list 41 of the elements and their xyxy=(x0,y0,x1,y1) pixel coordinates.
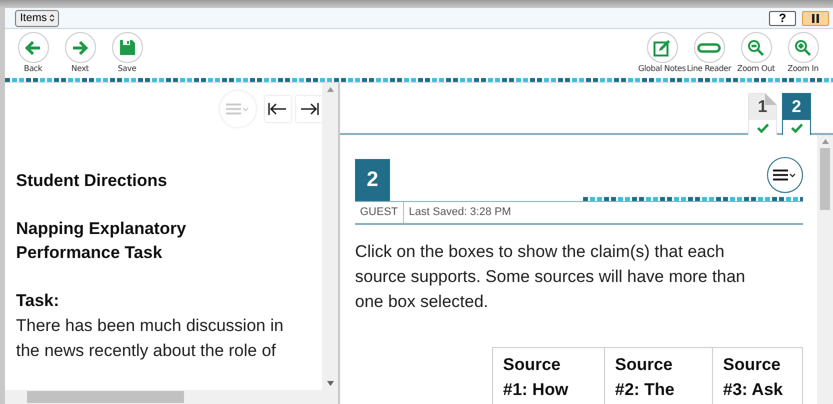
check-icon xyxy=(756,122,768,132)
updown-caret-icon xyxy=(48,13,55,23)
collapse-left-button[interactable] xyxy=(265,96,291,122)
line-reader-icon xyxy=(697,42,721,52)
arrow-right-bar-icon xyxy=(299,102,319,116)
expand-right-button[interactable] xyxy=(296,96,322,122)
forward-arrow-icon xyxy=(71,40,89,56)
menu-icon xyxy=(773,169,797,181)
column-header: Source #3: Ask xyxy=(722,354,784,401)
horizontal-scrollbar[interactable] xyxy=(5,390,338,404)
vertical-scrollbar[interactable] xyxy=(817,135,833,404)
scroll-up-icon xyxy=(326,87,334,92)
section-select[interactable]: Items xyxy=(15,10,59,26)
task-heading: Task: xyxy=(16,290,60,312)
zoom-out-icon xyxy=(747,38,765,56)
menu-icon xyxy=(226,103,250,115)
task-text: There has been much discussion in the news recently about the role of xyxy=(16,315,284,362)
passage-subtitle: Napping Explanatory Performance Task xyxy=(16,218,188,264)
check-icon xyxy=(790,122,802,132)
scroll-down-icon xyxy=(326,381,334,386)
last-saved-text: Last Saved: 3:28 PM xyxy=(408,205,512,220)
zoom-in-icon xyxy=(794,38,812,56)
arrow-left-bar-icon xyxy=(268,102,288,116)
help-button[interactable]: ? xyxy=(769,10,796,26)
pencil-note-icon xyxy=(653,38,671,56)
user-name: GUEST xyxy=(355,202,404,223)
item-tab[interactable]: 1 xyxy=(748,93,777,135)
back-arrow-icon xyxy=(24,40,42,56)
scrollbar-thumb[interactable] xyxy=(820,148,830,210)
vertical-scrollbar[interactable] xyxy=(322,83,338,390)
item-number: 2 xyxy=(355,159,390,201)
scrollbar-thumb[interactable] xyxy=(27,391,184,403)
column-header: Source #1: How xyxy=(493,348,605,404)
item-menu-button[interactable] xyxy=(767,157,803,193)
scroll-up-icon xyxy=(822,139,828,144)
column-header: Source #2: The xyxy=(605,348,713,404)
passage-title: Student Directions xyxy=(16,170,168,192)
item-prompt: Click on the boxes to show the claim(s) that each source supports. Some sources will have more than one box selected. xyxy=(355,241,746,313)
item-tab[interactable]: 2 xyxy=(782,93,811,135)
pause-button[interactable] xyxy=(802,10,829,26)
pause-icon xyxy=(812,14,819,22)
